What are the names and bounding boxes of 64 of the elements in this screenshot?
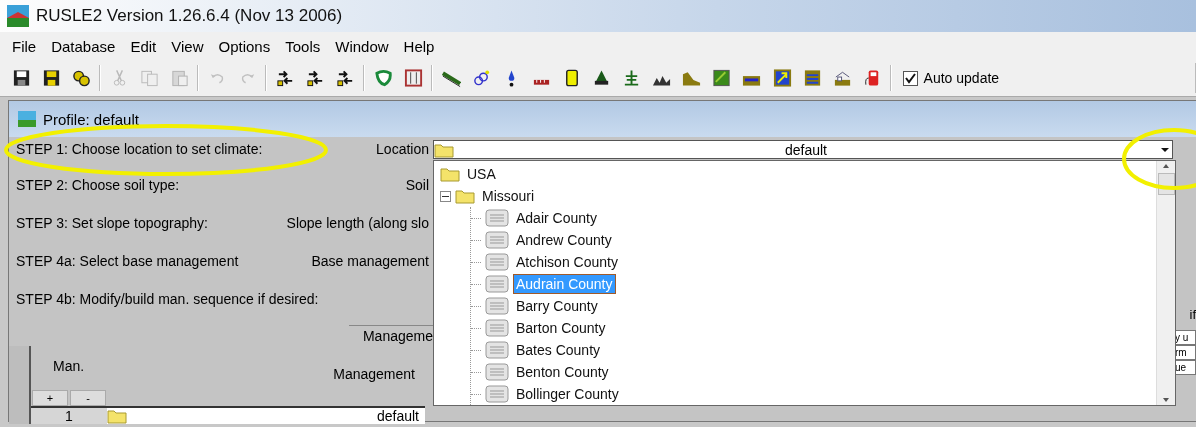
scrollbar[interactable] <box>1156 161 1175 405</box>
cut-off-label: if <box>1189 307 1196 322</box>
table-cell: ue <box>1174 360 1196 375</box>
column-header: Manageme <box>362 328 433 344</box>
field-label: Location <box>376 141 429 157</box>
record-icon <box>485 209 509 227</box>
table-cell: rm <box>1174 345 1196 360</box>
record-icon <box>485 363 509 381</box>
checkmark-icon <box>904 72 916 84</box>
menu-item[interactable]: Database <box>45 37 125 55</box>
record-icon <box>485 297 509 315</box>
tree-item[interactable]: Bates County <box>513 340 604 360</box>
menu-item[interactable]: Edit <box>124 37 166 55</box>
folder-icon <box>434 141 454 158</box>
folder-icon <box>107 408 127 424</box>
column-header: Management <box>332 365 416 384</box>
record-icon <box>485 341 509 359</box>
layers-icon[interactable] <box>802 68 822 88</box>
field-icon[interactable] <box>712 68 732 88</box>
profile-title: Profile: default <box>43 110 139 128</box>
field-label: Slope length (along slo <box>286 215 429 231</box>
record-icon <box>485 275 509 293</box>
field-label: Base management <box>311 253 429 269</box>
location-dropdown[interactable]: default <box>433 140 1173 159</box>
tree-item[interactable]: Barton County <box>513 318 609 338</box>
row-number: 1 <box>31 406 107 424</box>
tree-item[interactable]: Atchison County <box>513 252 621 272</box>
step-label: STEP 1: Choose location to set climate: <box>16 141 263 157</box>
tree-item[interactable]: USA <box>464 164 499 184</box>
step-label: STEP 2: Choose soil type: <box>16 177 180 193</box>
tree-item[interactable]: Andrew County <box>513 230 615 250</box>
tree-item[interactable]: Benton County <box>513 362 612 382</box>
column-header: Man. <box>52 357 86 376</box>
field-label: Soil <box>405 177 429 193</box>
building-icon[interactable] <box>832 68 852 88</box>
collapse-toggle[interactable] <box>440 190 451 202</box>
menu-item[interactable]: File <box>6 37 46 55</box>
tree-item[interactable]: Adair County <box>513 208 600 228</box>
tree-item[interactable]: Barry County <box>513 296 601 316</box>
menu-item[interactable]: View <box>165 37 213 55</box>
add-button[interactable]: + <box>32 390 68 406</box>
window-title: RUSLE2 Version 1.26.6.4 (Nov 13 2006) <box>36 6 343 26</box>
menu-item[interactable]: Window <box>329 37 398 55</box>
menu-item[interactable]: Options <box>212 37 280 55</box>
record-icon <box>485 253 509 271</box>
book-icon[interactable] <box>404 68 424 88</box>
folder-icon <box>455 188 475 204</box>
remove-button[interactable]: - <box>70 390 106 406</box>
management-field[interactable]: default <box>107 406 425 424</box>
auto-update-checkbox[interactable]: Auto update <box>894 70 1000 86</box>
app-icon <box>6 4 30 28</box>
bubbles-icon[interactable] <box>472 68 492 88</box>
record-icon <box>485 385 509 403</box>
folder-icon <box>440 166 460 182</box>
step-label: STEP 4a: Select base management <box>16 253 239 269</box>
tree-item[interactable]: Bollinger County <box>513 384 622 404</box>
tree-item[interactable]: Missouri <box>479 186 538 206</box>
record-icon <box>485 319 509 337</box>
step-label: STEP 4b: Modify/build man. sequence if desired: <box>16 291 319 307</box>
menu-item[interactable]: Help <box>397 37 444 55</box>
menu-item[interactable]: Tools <box>279 37 330 55</box>
profile-icon <box>17 110 37 128</box>
step-label: STEP 3: Set slope topography: <box>16 215 208 231</box>
record-icon <box>485 231 509 249</box>
